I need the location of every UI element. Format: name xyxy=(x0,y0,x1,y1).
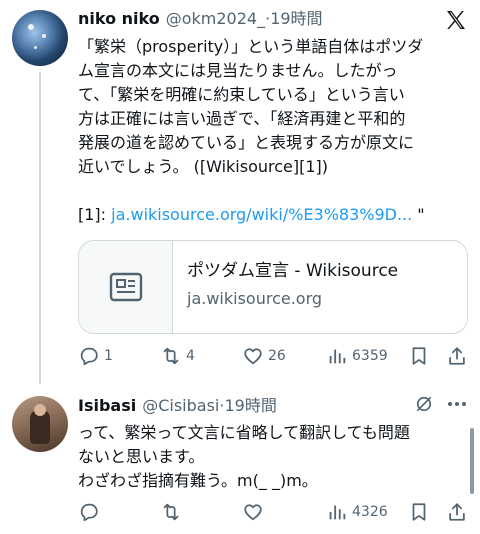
tweet-text-line: って、繁栄って文言に省略して翻訳しても問題 xyxy=(78,423,410,442)
user-handle[interactable]: @Cisibasi xyxy=(142,396,219,416)
repost-button[interactable]: 4 xyxy=(160,344,195,368)
reference-link[interactable]: ja.wikisource.org/wiki/%E3%83%9D... xyxy=(111,205,412,224)
reply-icon xyxy=(80,503,98,522)
tweet-text-line: わざわざ指摘有難う。m(_ _)m。 xyxy=(78,471,318,490)
like-button[interactable] xyxy=(242,500,268,524)
reply-icon xyxy=(80,347,98,366)
thread-line xyxy=(39,72,41,384)
avatar-isibasi[interactable] xyxy=(12,396,68,452)
bookmark-button[interactable] xyxy=(408,500,430,524)
timestamp[interactable]: 19時間 xyxy=(270,9,322,29)
tweet-text-line: て、「繁栄を明確に約束している」という言い xyxy=(78,85,405,104)
repost-icon xyxy=(163,503,179,521)
bookmark-icon xyxy=(412,503,426,521)
card-thumbnail xyxy=(79,241,173,333)
avatar-niko-niko[interactable] xyxy=(12,10,68,66)
article-icon xyxy=(109,272,142,302)
reference-suffix: " xyxy=(412,205,425,224)
tweet2-header-icons xyxy=(414,394,466,414)
link-preview-card[interactable]: ポツダム宣言 - Wikisource ja.wikisource.org xyxy=(78,240,468,334)
card-title: ポツダム宣言 - Wikisource xyxy=(187,261,399,281)
user-handle[interactable]: @okm2024_ xyxy=(166,9,265,29)
repost-button[interactable] xyxy=(160,500,186,524)
tweet-text-line: ム宣言の本文には見当たりません。したがっ xyxy=(78,61,398,80)
display-name[interactable]: Isibasi xyxy=(78,396,136,416)
reference-prefix: [1]: xyxy=(78,205,112,224)
views-chart-icon xyxy=(329,349,346,364)
heart-icon xyxy=(244,348,262,365)
bookmark-button[interactable] xyxy=(408,344,430,368)
grok-icon[interactable] xyxy=(414,394,434,414)
tweet2-actions: 4326 xyxy=(78,500,470,524)
views-button[interactable]: 4326 xyxy=(326,500,388,524)
card-domain: ja.wikisource.org xyxy=(187,289,323,308)
tweet-text-line: 発展の道を認めている」と表現する方が原文に xyxy=(78,133,415,152)
tweet1-header: niko niko @okm2024_ · 19時間 xyxy=(78,9,323,29)
repost-count: 4 xyxy=(186,348,195,364)
tweet-text-line: 方は正確には言い過ぎで、「経済再建と平和的 xyxy=(78,109,406,128)
more-options-icon[interactable] xyxy=(448,402,466,406)
bookmark-icon xyxy=(412,347,426,365)
views-button[interactable]: 6359 xyxy=(326,344,388,368)
repost-icon xyxy=(163,347,179,365)
timestamp[interactable]: 19時間 xyxy=(224,396,276,416)
views-chart-icon xyxy=(329,505,346,520)
tweet2-text: って、繁栄って文言に省略して翻訳しても問題 ないと思います。 わざわざ指摘有難う… xyxy=(78,421,470,493)
tweet2-header: Isibasi @Cisibasi · 19時間 xyxy=(78,396,277,416)
reply-button[interactable]: 1 xyxy=(78,344,113,368)
tweet1-actions: 1 4 26 6359 xyxy=(78,344,470,368)
x-logo-icon[interactable] xyxy=(444,8,468,32)
tweet-text-line: ないと思います。 xyxy=(78,447,205,466)
view-count: 4326 xyxy=(352,504,388,520)
view-count: 6359 xyxy=(352,348,388,364)
tweet1-text: 「繁栄（prosperity）」という単語自体はポツダ ム宣言の本文には見当たり… xyxy=(78,35,470,227)
tweet-text-line: 近いでしょう。 ([Wikisource][1]) xyxy=(78,157,329,176)
share-button[interactable] xyxy=(446,500,468,524)
reply-button[interactable] xyxy=(78,500,104,524)
scrollbar-thumb[interactable] xyxy=(470,428,474,494)
reference-line: [1]: ja.wikisource.org/wiki/%E3%83%9D...… xyxy=(78,203,470,227)
like-button[interactable]: 26 xyxy=(242,344,286,368)
share-button[interactable] xyxy=(446,344,468,368)
share-icon xyxy=(449,503,465,521)
like-count: 26 xyxy=(268,348,286,364)
share-icon xyxy=(449,347,465,365)
heart-icon xyxy=(244,504,262,521)
tweet-text-line: 「繁栄（prosperity）」という単語自体はポツダ xyxy=(78,37,424,56)
display-name[interactable]: niko niko xyxy=(78,9,160,29)
reply-count: 1 xyxy=(104,348,113,364)
